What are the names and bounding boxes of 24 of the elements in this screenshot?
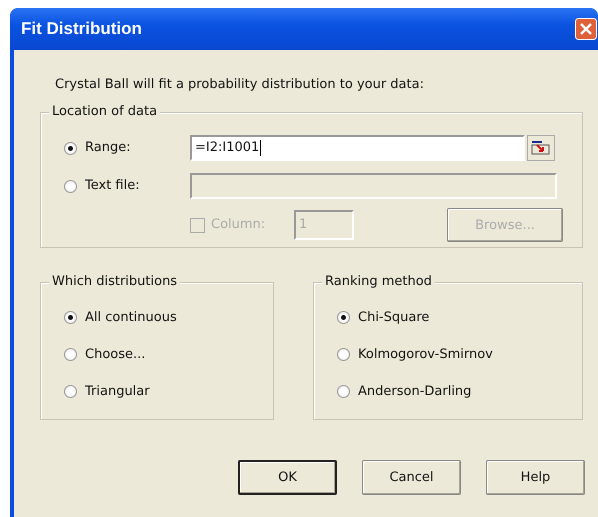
radio-label: Kolmogorov-Smirnov	[358, 346, 493, 364]
input-field[interactable]: =I2:I1001	[190, 135, 525, 161]
radio-button[interactable]	[64, 348, 77, 361]
radio-button[interactable]	[64, 385, 77, 398]
intro-text: Crystal Ball will fit a probability distribution to your data:	[55, 77, 425, 94]
dialog-button[interactable]: OK	[238, 460, 337, 495]
cell-picker-icon[interactable]	[527, 135, 555, 161]
window-title: Fit Distribution	[21, 19, 142, 39]
radio-label: Triangular	[85, 382, 150, 400]
radio-button[interactable]	[64, 142, 77, 154]
radio-label: Choose...	[85, 346, 146, 364]
radio-label: Range:	[85, 139, 131, 157]
dialog-button[interactable]: Cancel	[362, 460, 461, 495]
group-label: Ranking method	[322, 273, 435, 291]
close-icon[interactable]	[575, 18, 597, 40]
dialog-button[interactable]: Help	[486, 460, 585, 495]
radio-label: Text file:	[85, 177, 140, 195]
radio-button[interactable]	[337, 311, 350, 324]
radio-button[interactable]	[337, 385, 350, 398]
radio-label: All continuous	[85, 308, 177, 326]
radio-button[interactable]	[64, 311, 77, 324]
radio-label: Chi-Square	[358, 308, 430, 326]
radio-button[interactable]	[337, 348, 350, 361]
radio-label: Anderson-Darling	[358, 382, 472, 400]
